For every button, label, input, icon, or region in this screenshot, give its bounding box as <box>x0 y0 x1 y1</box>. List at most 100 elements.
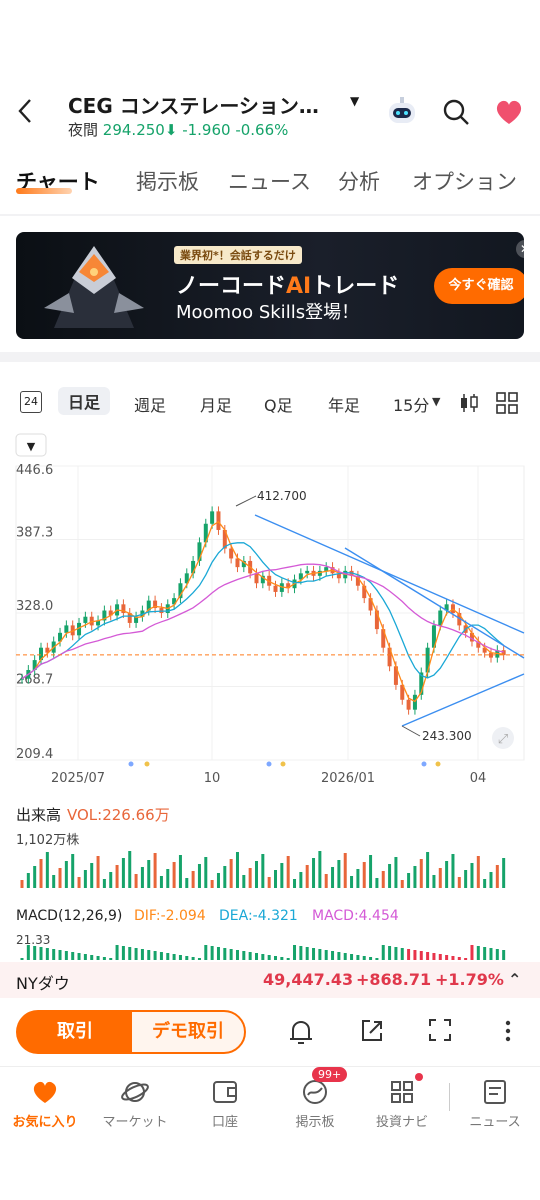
candle-body <box>324 567 329 571</box>
nav-label: 口座 <box>211 1115 238 1130</box>
volume-bar <box>52 875 56 888</box>
period-quarterly[interactable]: Q足 <box>264 392 293 416</box>
last-price: 294.250 <box>102 121 165 139</box>
nav-account[interactable]: 口座 <box>180 1077 270 1130</box>
macd-histogram-bar <box>407 949 411 960</box>
nav-label: 掲示板 <box>295 1115 335 1130</box>
share-icon[interactable] <box>360 1018 384 1044</box>
volume-bar <box>362 862 366 888</box>
x-tick-label: 2025/07 <box>51 771 105 786</box>
tab-analysis[interactable]: 分析 <box>338 166 380 196</box>
macd-histogram-bar <box>83 954 87 960</box>
volume-bar <box>495 865 499 888</box>
macd-histogram-bar <box>286 958 290 960</box>
nav-invest-navi[interactable]: 投資ナビ <box>357 1077 447 1130</box>
macd-histogram-bar <box>400 948 404 960</box>
macd-histogram-bar <box>464 958 468 960</box>
volume-bar <box>457 877 461 888</box>
fullscreen-icon[interactable] <box>428 1018 452 1042</box>
volume-bar <box>153 853 157 888</box>
volume-bar <box>375 878 379 888</box>
volume-bar <box>299 872 303 888</box>
volume-bar <box>115 865 119 888</box>
chevron-up-icon[interactable]: ⌃ <box>508 970 521 989</box>
nav-label: 投資ナビ <box>375 1115 428 1130</box>
macd-histogram-bar <box>489 948 493 960</box>
price-chart[interactable]: ▼446.6387.3328.0268.7209.42025/07 10 2026/… <box>0 430 540 970</box>
close-icon[interactable]: ✕ <box>516 240 524 258</box>
tab-news[interactable]: ニュース <box>228 166 311 196</box>
headline-ai: AI <box>286 274 312 299</box>
candle-body <box>83 616 88 623</box>
period-dropdown-icon[interactable]: ▼ <box>432 395 440 408</box>
period-weekly[interactable]: 週足 <box>134 392 166 416</box>
search-icon[interactable] <box>442 98 470 126</box>
notification-dot <box>415 1073 423 1081</box>
macd-dif: DIF:-2.094 <box>134 908 206 924</box>
tab-options[interactable]: オプション <box>412 166 517 196</box>
volume-bar <box>400 880 404 888</box>
planet-icon <box>121 1082 149 1102</box>
volume-bar <box>312 858 316 888</box>
volume-bar <box>77 877 81 888</box>
y-tick-label: 446.6 <box>16 463 53 478</box>
volume-max-label: 1,102万株 <box>16 833 79 848</box>
macd-histogram-bar <box>102 957 106 960</box>
volume-bar <box>210 880 214 888</box>
period-15min[interactable]: 15分 <box>393 392 429 416</box>
high-annotation: 412.700 <box>257 489 307 503</box>
volume-bar <box>64 861 68 888</box>
more-menu-icon[interactable] <box>500 1018 516 1044</box>
macd-histogram-bar <box>432 953 436 960</box>
dropdown-caret-icon[interactable]: ▼ <box>350 94 359 108</box>
price-alert-bell-icon[interactable] <box>288 1018 314 1046</box>
period-yearly[interactable]: 年足 <box>328 392 360 416</box>
candle-type-icon[interactable] <box>459 392 479 414</box>
volume-bar <box>58 868 62 888</box>
stock-header: CEG コンステレーション… ▼ 夜間 294.250⬇ -1.960 -0.6… <box>0 86 540 142</box>
banner-subline: Moomoo Skills登場！ <box>176 302 360 323</box>
volume-bar <box>242 875 246 888</box>
nav-board[interactable]: 掲示板 <box>270 1077 360 1130</box>
layout-grid-icon[interactable] <box>496 392 518 414</box>
macd-histogram-bar <box>159 952 163 960</box>
index-ticker[interactable]: NYダウ 49,447.43 +868.71 +1.79% ⌃ <box>0 962 540 998</box>
nav-market[interactable]: マーケット <box>90 1077 180 1130</box>
volume-bar <box>185 878 189 888</box>
macd-histogram-bar <box>229 949 233 960</box>
volume-bar <box>197 864 201 888</box>
candle-body <box>216 511 221 530</box>
favorite-heart-icon[interactable] <box>494 98 524 126</box>
volume-bar <box>229 859 233 888</box>
volume-bar <box>419 859 423 888</box>
period-daily[interactable]: 日足 <box>58 387 111 415</box>
candle-body <box>64 625 69 633</box>
volume-bar <box>369 855 373 888</box>
content-tabs: チャート 掲示板 ニュース 分析 オプション <box>0 160 540 210</box>
candle-body <box>412 694 417 710</box>
price-change-pct: -0.66% <box>235 121 289 139</box>
promo-banner[interactable]: 業界初*！会話するだけ ノーコードAIトレード Moomoo Skills登場！… <box>16 232 524 339</box>
24h-toggle-icon[interactable]: 24 <box>20 391 42 413</box>
robot-illustration <box>44 246 144 328</box>
banner-cta-button[interactable]: 今すぐ確認 <box>434 268 524 304</box>
demo-trade-button[interactable]: デモ取引 <box>130 1010 246 1054</box>
trade-button[interactable]: 取引 <box>16 1010 134 1054</box>
volume-bar <box>248 868 252 888</box>
tab-board[interactable]: 掲示板 <box>136 166 199 196</box>
stock-title[interactable]: CEG コンステレーション… <box>68 90 338 119</box>
period-monthly[interactable]: 月足 <box>200 392 232 416</box>
nav-favorites[interactable]: お気に入り <box>0 1077 90 1130</box>
volume-bar <box>102 879 106 888</box>
ai-assistant-robot-icon[interactable] <box>384 94 420 130</box>
bottom-navigation: お気に入り マーケット 口座 掲示板 投資ナビ ニュース 99+ <box>0 1066 540 1136</box>
nav-news[interactable]: ニュース <box>450 1077 540 1130</box>
apps-grid-icon <box>391 1081 413 1103</box>
volume-bar <box>350 876 354 888</box>
volume-bar <box>121 858 125 888</box>
volume-bar <box>426 852 430 888</box>
macd-histogram-bar <box>388 946 392 960</box>
back-arrow-icon[interactable] <box>14 96 38 126</box>
macd-dea: DEA:-4.321 <box>219 908 298 924</box>
macd-histogram-bar <box>426 952 430 960</box>
